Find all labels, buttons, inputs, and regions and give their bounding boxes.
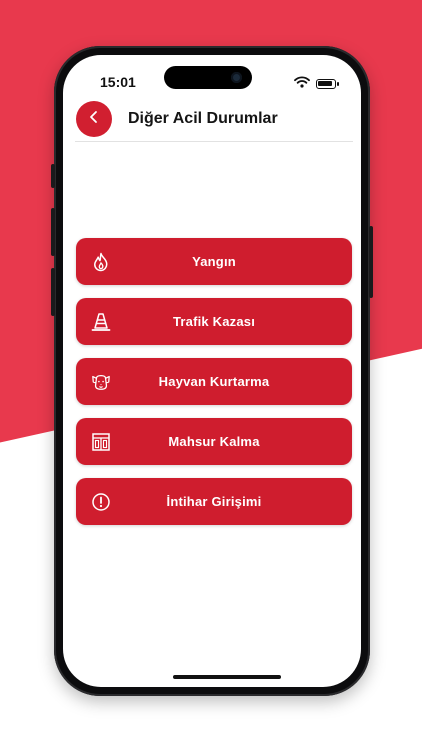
menu-item-label: Yangın bbox=[192, 254, 236, 269]
back-button[interactable] bbox=[76, 101, 112, 137]
app-header: Diğer Acil Durumlar bbox=[75, 101, 353, 142]
menu-item-label: Hayvan Kurtarma bbox=[158, 374, 270, 389]
menu-item-yangin[interactable]: Yangın bbox=[76, 238, 352, 285]
page-title: Diğer Acil Durumlar bbox=[128, 110, 278, 127]
menu-item-label: Mahsur Kalma bbox=[168, 434, 260, 449]
flame-icon bbox=[91, 252, 111, 272]
menu-item-mahsur-kalma[interactable]: Mahsur Kalma bbox=[76, 418, 352, 465]
dog-icon bbox=[91, 372, 111, 392]
battery-icon bbox=[316, 79, 339, 89]
alert-circle-icon bbox=[91, 492, 111, 512]
dynamic-island bbox=[164, 66, 252, 89]
chevron-left-icon bbox=[88, 110, 100, 129]
power-button bbox=[369, 226, 373, 298]
phone-frame: 15:01 Diğer Acil Durumlar Yangın Trafik … bbox=[51, 46, 373, 696]
app-screen: 15:01 Diğer Acil Durumlar Yangın Trafik … bbox=[63, 55, 361, 687]
menu-item-intihar-girisimi[interactable]: İntihar Girişimi bbox=[76, 478, 352, 525]
volume-down-button bbox=[51, 268, 55, 316]
emergency-menu: Yangın Trafik Kazası Hayvan Kurtarma Mah… bbox=[76, 238, 352, 538]
silent-switch bbox=[51, 164, 55, 188]
status-icons bbox=[294, 75, 339, 93]
volume-up-button bbox=[51, 208, 55, 256]
elevator-icon bbox=[91, 432, 111, 452]
home-indicator[interactable] bbox=[173, 675, 281, 679]
status-time: 15:01 bbox=[100, 74, 136, 90]
wifi-icon bbox=[294, 75, 310, 93]
menu-item-label: Trafik Kazası bbox=[172, 314, 256, 329]
menu-item-label: İntihar Girişimi bbox=[166, 494, 262, 509]
camera-icon bbox=[231, 72, 242, 83]
traffic-cone-icon bbox=[91, 312, 111, 332]
menu-item-trafik-kazasi[interactable]: Trafik Kazası bbox=[76, 298, 352, 345]
menu-item-hayvan-kurtarma[interactable]: Hayvan Kurtarma bbox=[76, 358, 352, 405]
